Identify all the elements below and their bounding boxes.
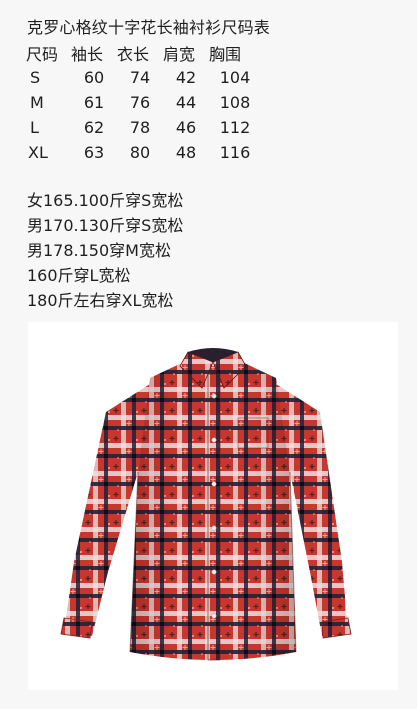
shoulder-cell: 42	[175, 68, 197, 87]
product-image	[28, 322, 398, 690]
length-cell: 78	[129, 118, 151, 137]
size-cell: S	[30, 68, 41, 87]
size-recommendations: 女165.100斤穿S宽松 男170.130斤穿S宽松 男178.150穿M宽松…	[27, 188, 183, 313]
header-sleeve-length: 袖长	[71, 44, 104, 64]
sleeve-cell: 60	[83, 68, 105, 87]
sleeve-cell: 61	[83, 93, 105, 112]
size-chart-page: 克罗心格纹十字花长袖衬衫尺码表 尺码 袖长 衣长 肩宽 胸围 S 60 74 4…	[0, 0, 417, 709]
header-shoulder-width: 肩宽	[163, 44, 196, 64]
recommendation-item: 160斤穿L宽松	[27, 266, 131, 285]
size-cell: XL	[28, 143, 48, 162]
header-body-length: 衣长	[117, 44, 150, 64]
size-table: 尺码 袖长 衣长 肩宽 胸围 S 60 74 42 104 M 61 76 44…	[26, 40, 261, 165]
size-table-header-row: 尺码 袖长 衣长 肩宽 胸围	[26, 40, 261, 65]
shoulder-cell: 46	[175, 118, 197, 137]
plaid-shirt-illustration	[60, 348, 352, 661]
chest-cell: 108	[219, 93, 251, 112]
chest-cell: 104	[219, 68, 251, 87]
size-cell: L	[30, 118, 39, 137]
recommendation-item: 男170.130斤穿S宽松	[27, 216, 184, 235]
chest-cell: 112	[219, 118, 251, 137]
shoulder-cell: 48	[175, 143, 197, 162]
shoulder-cell: 44	[175, 93, 197, 112]
size-cell: M	[30, 93, 44, 112]
chest-cell: 116	[219, 143, 251, 162]
table-row: S 60 74 42 104	[26, 65, 261, 90]
sleeve-cell: 63	[83, 143, 105, 162]
page-title: 克罗心格纹十字花长袖衬衫尺码表	[27, 18, 271, 37]
recommendation-item: 女165.100斤穿S宽松	[27, 191, 184, 210]
header-chest: 胸围	[209, 44, 242, 64]
table-row: M 61 76 44 108	[26, 90, 261, 115]
table-row: L 62 78 46 112	[26, 115, 261, 140]
table-row: XL 63 80 48 116	[26, 140, 261, 165]
sleeve-cell: 62	[83, 118, 105, 137]
length-cell: 80	[129, 143, 151, 162]
recommendation-item: 男178.150穿M宽松	[27, 241, 171, 260]
length-cell: 76	[129, 93, 151, 112]
length-cell: 74	[129, 68, 151, 87]
header-size: 尺码	[26, 44, 59, 64]
recommendation-item: 180斤左右穿XL宽松	[27, 291, 174, 310]
